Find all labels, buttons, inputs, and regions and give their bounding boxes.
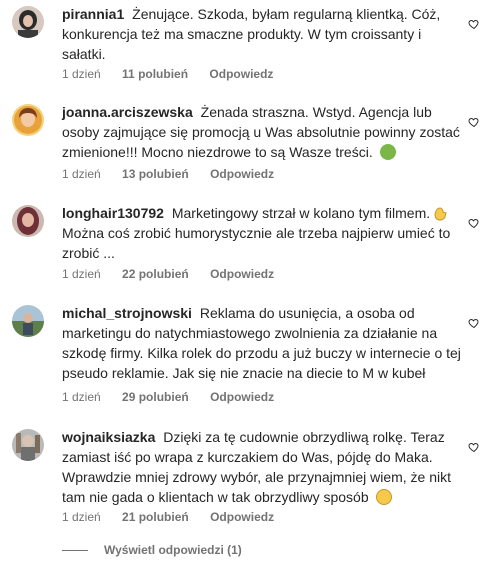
heart-icon[interactable] — [468, 441, 480, 453]
comment-username[interactable]: joanna.arciszewska — [62, 104, 193, 120]
avatar-photo — [12, 205, 44, 237]
comment-username[interactable]: wojnaiksiazka — [62, 429, 155, 445]
avatar-photo — [12, 104, 44, 136]
comment-time[interactable]: 1 dzień — [62, 267, 101, 281]
heart-icon[interactable] — [468, 317, 480, 329]
comment-meta: 1 dzień 22 polubień Odpowiedz — [62, 267, 292, 281]
heart-icon[interactable] — [468, 116, 480, 128]
view-replies-button[interactable]: Wyświetl odpowiedzi (1) — [62, 543, 242, 557]
comment-likes[interactable]: 11 polubień — [122, 67, 188, 81]
reply-button[interactable]: Odpowiedz — [210, 167, 274, 181]
comment-time[interactable]: 1 dzień — [62, 167, 101, 181]
comment-time[interactable]: 1 dzień — [62, 67, 101, 81]
comment-meta: 1 dzień 13 polubień Odpowiedz — [62, 167, 292, 181]
comment-time[interactable]: 1 dzień — [62, 510, 101, 524]
comment-username[interactable]: michal_strojnowski — [62, 305, 192, 321]
comment-body: wojnaiksiazka Dzięki za tę cudownie obrz… — [62, 427, 466, 507]
comment-body: michal_strojnowski Reklama do usunięcia,… — [62, 303, 466, 383]
avatar[interactable] — [12, 104, 44, 136]
heart-icon[interactable] — [468, 18, 480, 30]
reply-button[interactable]: Odpowiedz — [210, 267, 274, 281]
avatar[interactable] — [12, 6, 44, 38]
avatar[interactable] — [12, 429, 44, 461]
comment-time[interactable]: 1 dzień — [62, 390, 101, 404]
comment-meta: 1 dzień 21 polubień Odpowiedz — [62, 510, 292, 524]
heart-icon[interactable] — [468, 217, 480, 229]
comment-likes[interactable]: 21 polubień — [122, 510, 189, 524]
reply-button[interactable]: Odpowiedz — [210, 510, 274, 524]
reply-button[interactable]: Odpowiedz — [210, 390, 274, 404]
comment-likes[interactable]: 13 polubień — [122, 167, 189, 181]
comment-username[interactable]: longhair130792 — [62, 205, 164, 221]
smiling-face-icon — [375, 489, 392, 505]
nauseated-face-icon — [379, 144, 396, 160]
comment-likes[interactable]: 29 polubień — [122, 390, 189, 404]
comment-meta: 1 dzień 11 polubień Odpowiedz — [62, 67, 291, 81]
clapping-hand-icon — [434, 207, 447, 221]
avatar[interactable] — [12, 305, 44, 337]
avatar-photo — [12, 429, 44, 461]
avatar-photo — [12, 305, 44, 337]
comment-body: longhair130792 Marketingowy strzał w kol… — [62, 203, 466, 263]
reply-button[interactable]: Odpowiedz — [209, 67, 273, 81]
comment-body: joanna.arciszewska Żenada straszna. Wsty… — [62, 102, 466, 162]
replies-divider-line — [62, 550, 88, 552]
comment-meta: 1 dzień 29 polubień Odpowiedz — [62, 390, 292, 404]
comment-body: pirannia1 Żenujące. Szkoda, byłam regula… — [62, 4, 466, 64]
avatar-photo — [12, 6, 44, 38]
view-replies-label[interactable]: Wyświetl odpowiedzi (1) — [104, 543, 242, 557]
comment-username[interactable]: pirannia1 — [62, 6, 124, 22]
avatar[interactable] — [12, 205, 44, 237]
comment-likes[interactable]: 22 polubień — [122, 267, 189, 281]
